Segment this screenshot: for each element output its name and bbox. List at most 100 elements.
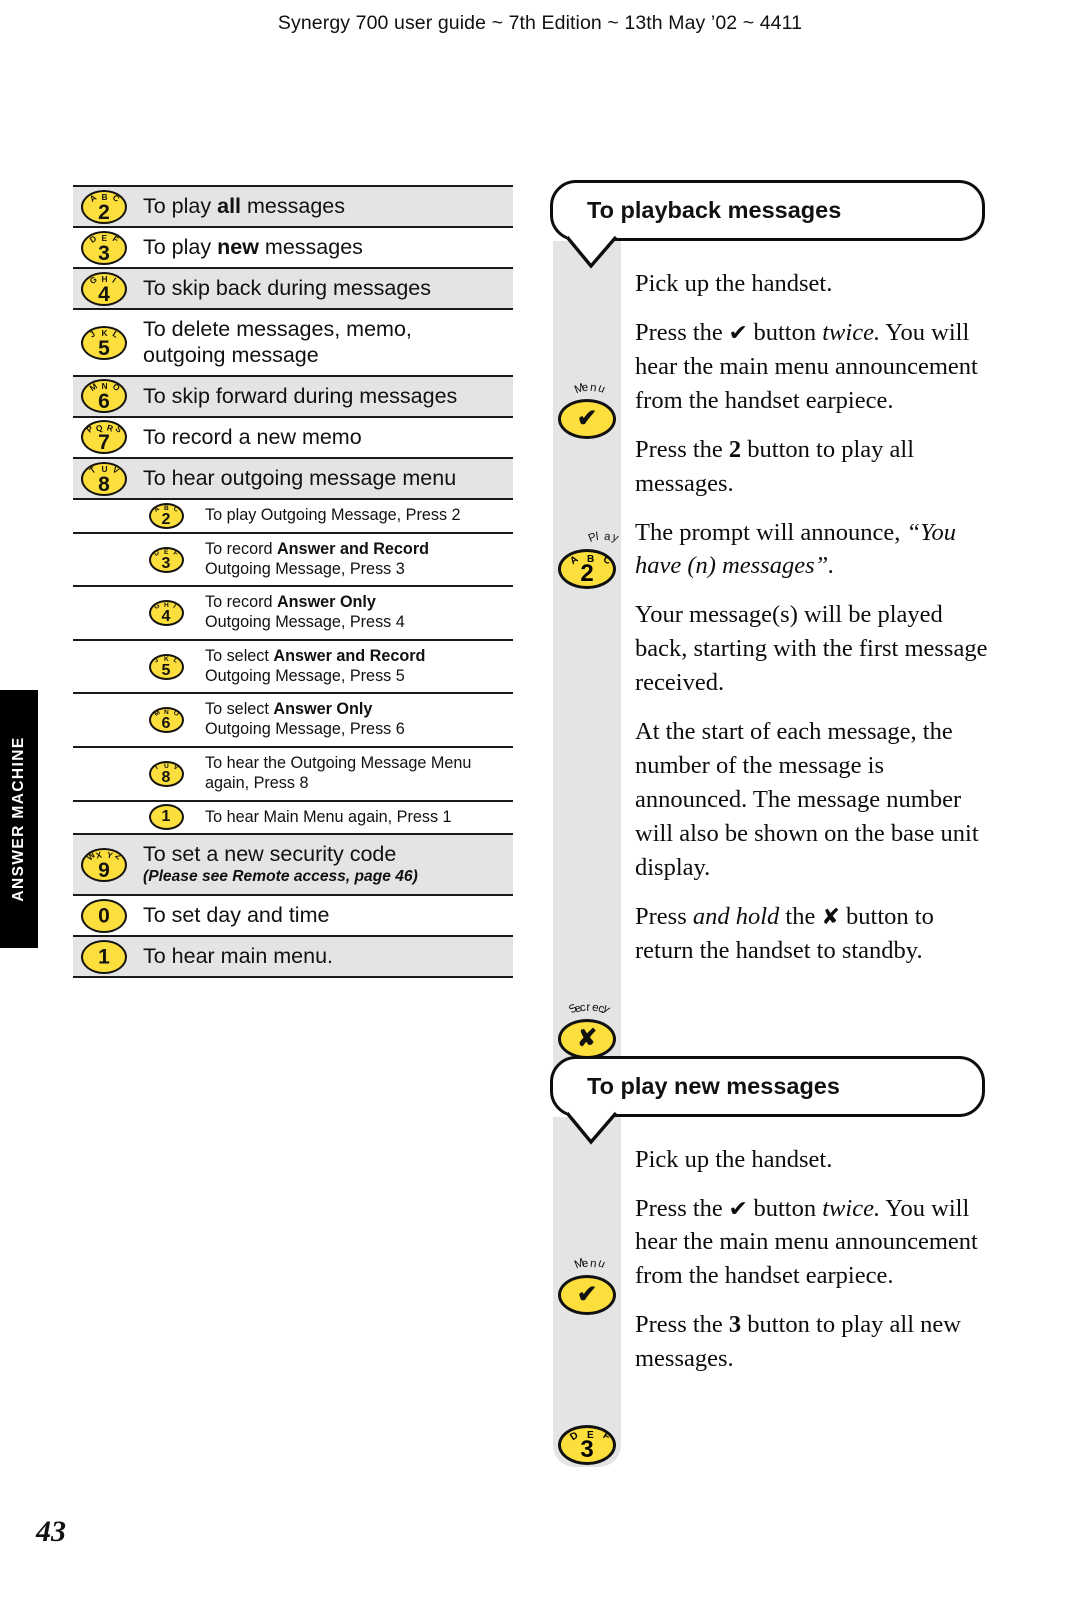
key-digit: 5: [98, 336, 110, 360]
instruction-paragraphs: Pick up the handset. Press the ✔ button t…: [635, 1117, 995, 1377]
side-tab-label: ANSWER MACHINE: [10, 736, 27, 902]
digit-2-key[interactable]: PlayABC2: [558, 531, 620, 589]
phone-key-0[interactable]: 0: [81, 898, 127, 933]
key-digit: 0: [98, 904, 110, 928]
key-digit: 1: [161, 808, 171, 826]
menu-item[interactable]: D E F 3 To play new messages: [73, 226, 513, 267]
phone-key-6[interactable]: MNO6: [148, 707, 184, 734]
check-icon[interactable]: Me n u ✔: [558, 381, 616, 439]
key-digit: 8: [161, 768, 171, 786]
menu-sub-item[interactable]: T U V 8 To hear the Outgoing Message Menu aga…: [73, 746, 513, 800]
instruction-paragraphs: Pick up the handset. Press the ✔ button t…: [635, 241, 995, 968]
phone-key-8[interactable]: TUV8: [81, 461, 127, 496]
menu-item-key[interactable]: ABC2: [135, 503, 197, 529]
menu-item-label: To play Outgoing Message, Press 2: [205, 506, 461, 525]
menu-item[interactable]: A B C 2 To play all messages: [73, 185, 513, 227]
key-digit: 9: [98, 858, 110, 882]
menu-item-label: To delete messages, memo, outgoing messag…: [143, 317, 412, 367]
digit-3-key[interactable]: DEF3: [558, 1424, 616, 1465]
instruction-paragraph: The prompt will announce, “You have (n) …: [635, 518, 956, 580]
instruction-paragraph: Pick up the handset.: [635, 1145, 833, 1173]
section-heading-label: To playback messages: [587, 197, 842, 223]
phone-key-5[interactable]: JKL5: [81, 325, 127, 360]
menu-item-key[interactable]: MNO6: [135, 707, 197, 734]
check-icon: ✔: [576, 405, 598, 432]
callout-tail-icon: [567, 235, 618, 269]
key-digit: 8: [98, 472, 110, 496]
phone-key-3[interactable]: DEF3: [148, 546, 184, 573]
instruction-paragraph: Press the ✔ button twice. You will hear …: [635, 318, 978, 414]
menu-item-key[interactable]: GHI4: [73, 271, 135, 306]
section-heading-label: To play new messages: [587, 1072, 840, 1099]
menu-item-label: To play new messages: [143, 235, 363, 260]
instruction-section: To playback messages Me n u ✔ Pl a y A B C 2 Se c r e c y…: [545, 180, 1000, 1089]
menu-item[interactable]: 1 To hear main menu.: [73, 935, 513, 979]
menu-item-label: To record Answer Only Outgoing Message, P…: [205, 593, 405, 632]
menu-sub-item[interactable]: J K L 5 To select Answer and Record Outgoing …: [73, 638, 513, 693]
section-side-tab: ANSWER MACHINE: [0, 690, 38, 948]
menu-item[interactable]: G H I 4 To skip back during messages: [73, 267, 513, 309]
menu-item[interactable]: J K L 5 To delete messages, memo, outgoing me…: [73, 308, 513, 374]
section-heading: To playback messages: [550, 180, 985, 269]
menu-item-key[interactable]: JKL5: [135, 653, 197, 680]
phone-key-6[interactable]: MNO6: [81, 379, 127, 414]
menu-sub-item[interactable]: G H I 4 To record Answer Only Outgoing Messag…: [73, 585, 513, 639]
instruction-paragraph: Press the 3 button to play all new messa…: [635, 1311, 961, 1373]
answer-machine-menu-list: A B C 2 To play all messages D E F 3 To play new …: [73, 185, 513, 979]
menu-item-label: To hear the Outgoing Message Menu again, …: [205, 754, 472, 792]
menu-sub-item[interactable]: M N O 6 To select Answer Only Outgoing Messag…: [73, 692, 513, 747]
menu-item-key[interactable]: 1: [135, 804, 197, 831]
menu-item-key[interactable]: ABC2: [73, 189, 135, 224]
check-icon[interactable]: Me n u ✔: [558, 1257, 616, 1315]
key-digit: 5: [161, 661, 171, 679]
menu-item-label: To set a new security code (Please see Re…: [143, 842, 418, 886]
phone-key-8[interactable]: TUV8: [148, 760, 184, 787]
menu-item-label: To hear outgoing message menu: [143, 465, 457, 490]
phone-key-4[interactable]: GHI4: [81, 271, 127, 306]
menu-item-key[interactable]: JKL5: [73, 325, 135, 360]
phone-key-4[interactable]: GHI4: [148, 600, 184, 627]
menu-item-key[interactable]: 1: [73, 939, 135, 974]
menu-item[interactable]: P Q R S 7 To record a new memo: [73, 415, 513, 457]
menu-item[interactable]: M N O 6 To skip forward during messages: [73, 374, 513, 416]
phone-key-2[interactable]: ABC2: [148, 503, 184, 529]
menu-item-label: To record Answer and Record Outgoing Mess…: [205, 539, 430, 578]
menu-item-label: To select Answer Only Outgoing Message, P…: [205, 700, 405, 739]
instruction-paragraph: Press the 2 button to play all messages.: [635, 435, 915, 497]
menu-item-label: To select Answer and Record Outgoing Mess…: [205, 646, 426, 685]
phone-key-2[interactable]: ABC2: [81, 189, 127, 224]
phone-key-9[interactable]: WXYZ9: [81, 847, 127, 882]
key-digit: 2: [98, 200, 110, 224]
menu-sub-item[interactable]: A B C 2 To play Outgoing Message, Press 2: [73, 498, 513, 532]
menu-item-label: To set day and time: [143, 903, 330, 928]
menu-sub-item[interactable]: D E F 3 To record Answer and Record Outgoing …: [73, 531, 513, 586]
menu-item[interactable]: 0 To set day and time: [73, 894, 513, 935]
menu-item-key[interactable]: MNO6: [73, 379, 135, 414]
phone-key-3[interactable]: DEF3: [81, 230, 127, 265]
menu-item-key[interactable]: PQRS7: [73, 420, 135, 455]
menu-item-key[interactable]: GHI4: [135, 600, 197, 627]
section-heading: To play new messages: [550, 1055, 985, 1145]
key-digit: 3: [98, 241, 110, 265]
cross-icon[interactable]: Se c r e c y ✘: [558, 1002, 616, 1059]
menu-item[interactable]: W X Y Z 9 To set a new security code (Please s…: [73, 833, 513, 895]
phone-key-1[interactable]: 1: [148, 804, 184, 831]
key-digit: 4: [98, 282, 110, 306]
check-icon: ✔: [576, 1280, 598, 1308]
menu-item-key[interactable]: WXYZ9: [73, 847, 135, 882]
menu-sub-item[interactable]: 1 To hear Main Menu again, Press 1: [73, 799, 513, 834]
key-digit: 6: [98, 390, 110, 414]
menu-item-key[interactable]: DEF3: [73, 230, 135, 265]
menu-item-key[interactable]: DEF3: [135, 546, 197, 573]
menu-item-key[interactable]: TUV8: [73, 461, 135, 496]
key-digit: 1: [98, 945, 110, 969]
phone-key-7[interactable]: PQRS7: [81, 420, 127, 455]
menu-item-key[interactable]: 0: [73, 898, 135, 933]
phone-key-5[interactable]: JKL5: [148, 653, 184, 680]
page-number: 43: [36, 1515, 66, 1548]
menu-item[interactable]: T U V 8 To hear outgoing message menu: [73, 456, 513, 499]
instruction-paragraph: Your message(s) will be played back, sta…: [635, 601, 988, 697]
menu-item-label: To hear main menu.: [143, 944, 334, 969]
menu-item-key[interactable]: TUV8: [135, 760, 197, 787]
phone-key-1[interactable]: 1: [81, 939, 127, 974]
